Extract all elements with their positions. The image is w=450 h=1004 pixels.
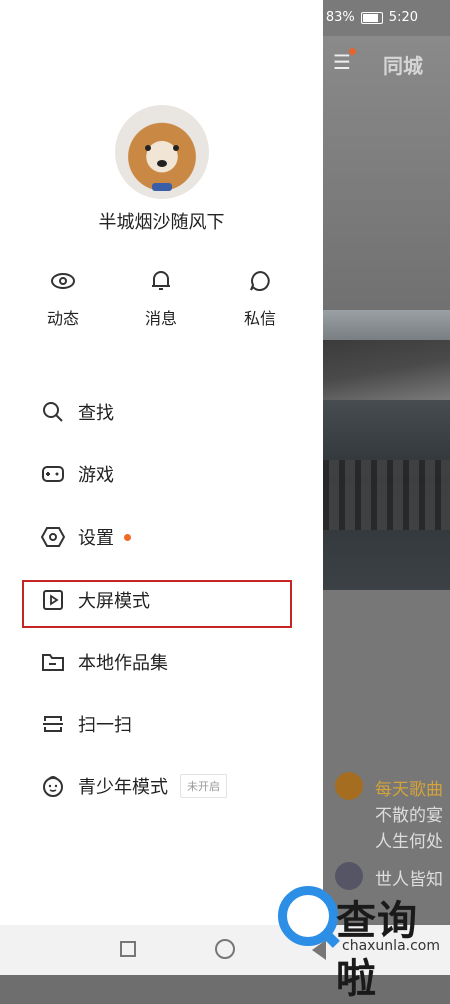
feed-line: 不散的宴 <box>375 806 443 826</box>
status-badge: 未开启 <box>180 774 227 798</box>
quick-action-private-message[interactable]: 私信 <box>225 265 295 329</box>
author-avatar[interactable] <box>335 772 363 800</box>
menu-item-games[interactable]: 游戏 <box>40 454 290 494</box>
username[interactable]: 半城烟沙随风下 <box>0 208 323 234</box>
hexagon-settings-icon <box>40 524 66 550</box>
chat-bubble-icon <box>225 265 295 297</box>
folder-icon <box>40 649 66 675</box>
menu-item-teen-mode[interactable]: 青少年模式 未开启 <box>40 766 290 806</box>
recent-apps-button[interactable] <box>120 941 136 957</box>
watermark: 查询啦 chaxunla.com <box>272 880 450 1002</box>
new-dot <box>124 533 131 541</box>
highlight-box <box>22 580 292 628</box>
notification-dot <box>349 48 356 55</box>
quick-action-label: 私信 <box>243 309 276 328</box>
quick-action-label: 消息 <box>144 309 177 328</box>
search-icon <box>40 399 66 425</box>
status-right: 83% 5:20 <box>326 10 418 25</box>
menu-item-label: 青少年模式 <box>78 777 168 798</box>
photo-rail <box>323 460 450 530</box>
avatar-eye <box>145 145 151 151</box>
child-face-icon <box>40 773 66 799</box>
battery-percent: 83% <box>325 10 355 25</box>
bell-icon <box>126 265 196 297</box>
watermark-url: chaxunla.com <box>342 938 440 954</box>
background-feed: ☰ 同城 每天歌曲 不散的宴 人生何处 世人皆知 <box>323 0 450 975</box>
menu-item-label: 扫一扫 <box>78 715 132 736</box>
quick-action-messages[interactable]: 消息 <box>126 265 196 329</box>
feed-photo[interactable] <box>323 310 450 590</box>
avatar-eye <box>173 145 179 151</box>
menu-icon[interactable]: ☰ <box>333 50 351 74</box>
feed-line: 每天歌曲 <box>375 780 443 800</box>
menu-item-label: 本地作品集 <box>78 653 168 674</box>
status-bar: 83% 5:20 <box>0 0 450 36</box>
menu-item-label: 游戏 <box>78 465 114 486</box>
avatar-nose <box>157 160 167 167</box>
scan-icon <box>40 711 66 737</box>
photo-roof <box>323 340 450 400</box>
menu-item-settings[interactable]: 设置 <box>40 517 290 557</box>
avatar-bow <box>152 183 172 191</box>
menu-item-label: 查找 <box>78 403 114 424</box>
quick-action-dynamic[interactable]: 动态 <box>28 265 98 329</box>
eye-icon <box>28 265 98 297</box>
battery-icon <box>360 11 383 24</box>
feed-tab-title[interactable]: 同城 <box>383 50 423 79</box>
home-button[interactable] <box>215 939 235 959</box>
quick-action-label: 动态 <box>46 309 79 328</box>
clock: 5:20 <box>388 10 418 25</box>
menu-item-scan[interactable]: 扫一扫 <box>40 704 290 744</box>
side-drawer: 半城烟沙随风下 动态 消息 私信 查找 游戏 设置 大屏模式 本地作品集 扫一扫… <box>0 0 323 975</box>
feed-line: 人生何处 <box>375 832 443 852</box>
menu-item-local-works[interactable]: 本地作品集 <box>40 642 290 682</box>
menu-item-label: 设置 <box>78 528 114 549</box>
watermark-logo-icon <box>278 886 338 946</box>
menu-item-search[interactable]: 查找 <box>40 392 290 432</box>
gamepad-icon <box>40 461 66 487</box>
avatar[interactable] <box>115 105 209 199</box>
